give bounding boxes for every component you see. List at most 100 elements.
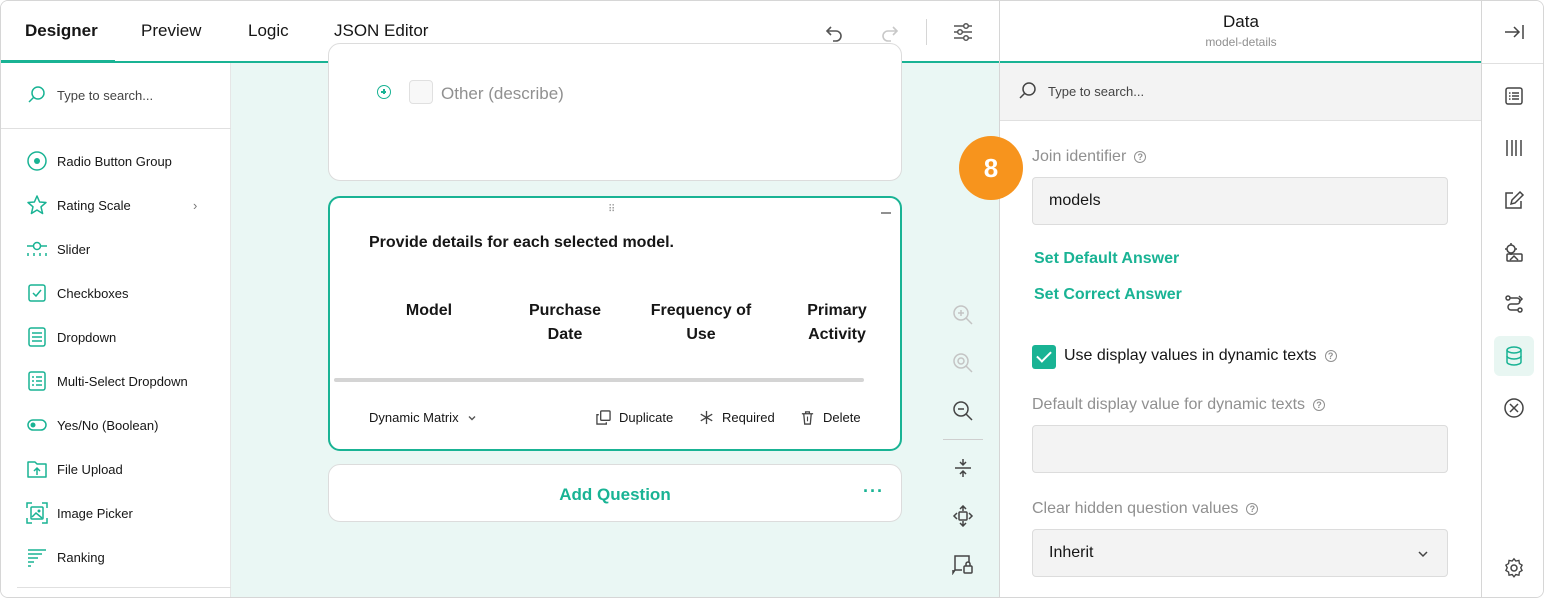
zoom-out-icon[interactable] [949, 397, 977, 425]
question-card-checkboxes[interactable]: Other (describe) [328, 43, 902, 181]
question-title[interactable]: Provide details for each selected model. [369, 234, 674, 252]
add-question-button[interactable]: Add Question [329, 485, 901, 505]
slider-icon [25, 237, 49, 261]
tool-label: Image Picker [57, 505, 133, 521]
property-grid: Data model-details Type to search... Joi… [999, 1, 1482, 597]
tool-radio-button-group[interactable]: Radio Button Group [1, 139, 231, 183]
duplicate-button[interactable]: Duplicate [596, 410, 673, 425]
column-header-line: Primary [807, 302, 867, 319]
collapse-all-icon[interactable] [949, 454, 977, 482]
clear-tab-icon[interactable] [1494, 388, 1534, 428]
toolbox-divider [17, 587, 231, 588]
lock-questions-icon[interactable] [949, 550, 977, 578]
clear-hidden-values-label: Clear hidden question values ? [1032, 500, 1259, 518]
column-header-line: Model [405, 302, 453, 319]
collapse-panel-icon[interactable] [1494, 12, 1534, 52]
help-icon[interactable]: ? [1246, 503, 1259, 515]
set-default-answer-button[interactable]: Set Default Answer [1034, 250, 1179, 268]
label-text: Default display value for dynamic texts [1032, 396, 1306, 413]
asterisk-icon [700, 410, 713, 425]
duplicate-icon [596, 410, 611, 425]
chevron-right-icon[interactable]: › [193, 198, 197, 213]
clear-hidden-values-select[interactable]: Inherit [1032, 529, 1448, 577]
undo-icon[interactable] [821, 19, 847, 45]
gear-icon[interactable] [1494, 548, 1534, 588]
image-picker-icon [25, 501, 49, 525]
ranking-icon [25, 545, 49, 569]
drag-handle-icon[interactable]: ⠿ [608, 204, 616, 215]
design-canvas: Other (describe) ⠿ Provide details for e… [231, 43, 999, 597]
tool-rating-scale[interactable]: Rating Scale › [1, 183, 231, 227]
tab-preview[interactable]: Preview [141, 21, 201, 41]
horizontal-scrollbar[interactable] [334, 378, 864, 382]
help-icon[interactable]: ? [1313, 399, 1326, 411]
tool-label: Slider [57, 241, 91, 257]
data-tab-icon[interactable] [1494, 336, 1534, 376]
property-search-placeholder: Type to search... [1048, 84, 1145, 99]
join-identifier-input[interactable]: models [1032, 177, 1448, 225]
property-grid-header: Data model-details [1000, 1, 1482, 63]
tab-logic[interactable]: Logic [248, 21, 289, 41]
tool-dropdown[interactable]: Dropdown [1, 315, 231, 359]
column-header-line: Activity [808, 326, 866, 343]
add-choice-icon[interactable] [377, 85, 391, 99]
side-divider [1482, 63, 1543, 64]
property-search[interactable]: Type to search... [1000, 63, 1482, 121]
matrix-column-header[interactable]: Model [369, 299, 489, 323]
required-button[interactable]: Required [699, 410, 775, 425]
default-display-value-input[interactable] [1032, 425, 1448, 473]
matrix-column-header[interactable]: Purchase Date [505, 299, 625, 347]
logic-tab-icon[interactable] [1494, 232, 1534, 272]
required-label: Required [722, 410, 775, 425]
selected-value: Inherit [1049, 544, 1094, 561]
chevron-down-icon [468, 415, 476, 420]
other-choice-label[interactable]: Other (describe) [441, 84, 564, 104]
question-card-dynamic-matrix[interactable]: ⠿ Provide details for each selected mode… [328, 196, 902, 451]
tool-label: Checkboxes [57, 285, 129, 301]
zoom-reset-icon[interactable] [949, 349, 977, 377]
validation-tab-icon[interactable] [1494, 284, 1534, 324]
tab-json-editor[interactable]: JSON Editor [334, 21, 428, 41]
property-list: Join identifier ? models Set Default Ans… [1000, 121, 1482, 597]
tool-label: Yes/No (Boolean) [57, 417, 159, 433]
tool-slider[interactable]: Slider [1, 227, 231, 271]
tool-multi-select-dropdown[interactable]: Multi-Select Dropdown [1, 359, 231, 403]
matrix-column-header[interactable]: Primary Activity [777, 299, 897, 347]
help-icon[interactable]: ? [1134, 151, 1147, 163]
tab-designer[interactable]: Designer [25, 21, 98, 41]
question-type-selector[interactable]: Dynamic Matrix [369, 410, 477, 425]
other-checkbox[interactable] [409, 80, 433, 104]
more-options-icon[interactable]: ··· [863, 481, 884, 502]
settings-sliders-icon[interactable] [950, 19, 976, 45]
delete-button[interactable]: Delete [800, 410, 861, 425]
general-tab-icon[interactable] [1494, 76, 1534, 116]
redo-icon[interactable] [877, 19, 903, 45]
tool-file-upload[interactable]: File Upload [1, 447, 231, 491]
help-icon[interactable]: ? [1324, 350, 1337, 362]
toolbox: Type to search... Radio Button Group Rat… [1, 63, 231, 597]
trash-icon [801, 411, 814, 425]
tool-label: File Upload [57, 461, 123, 477]
expand-all-icon[interactable] [949, 502, 977, 530]
column-header-line: Date [547, 326, 583, 343]
tool-ranking[interactable]: Ranking [1, 535, 231, 579]
toolbox-search[interactable]: Type to search... [1, 63, 231, 129]
matrix-column-header[interactable]: Frequency of Use [641, 299, 761, 347]
use-display-values-label[interactable]: Use display values in dynamic texts ? [1064, 347, 1337, 365]
tool-label: Radio Button Group [57, 153, 172, 169]
tool-boolean[interactable]: Yes/No (Boolean) [1, 403, 231, 447]
use-display-values-checkbox[interactable] [1032, 345, 1056, 369]
collapse-icon[interactable] [881, 212, 891, 214]
edit-tab-icon[interactable] [1494, 180, 1534, 220]
set-correct-answer-button[interactable]: Set Correct Answer [1034, 286, 1182, 304]
tool-checkboxes[interactable]: Checkboxes [1, 271, 231, 315]
checkbox-icon [25, 281, 49, 305]
tool-image-picker[interactable]: Image Picker [1, 491, 231, 535]
column-header-line: Frequency of [650, 302, 752, 319]
multi-dropdown-icon [25, 369, 49, 393]
column-header-line: Purchase [528, 302, 602, 319]
columns-tab-icon[interactable] [1494, 128, 1534, 168]
tool-label: Dropdown [57, 329, 117, 345]
zoom-in-icon[interactable] [949, 301, 977, 329]
star-icon [25, 193, 49, 217]
